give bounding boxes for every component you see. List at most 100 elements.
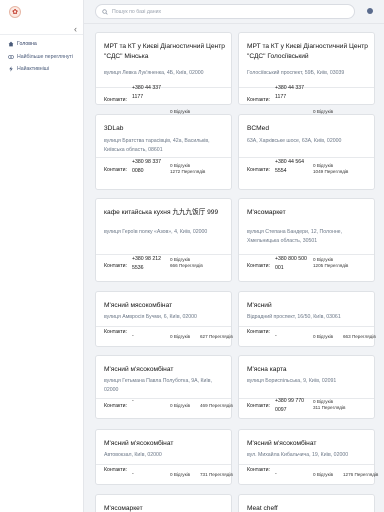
listing-title[interactable]: М'ясний м'ясокомбінат [247, 439, 368, 449]
listing-card[interactable]: М'ясний м'ясокомбінат вулиця Гетьмана Пав… [95, 355, 233, 419]
view-count: 469 Переглядів [200, 403, 233, 408]
listing-card[interactable]: кафе китайська кухня 九九九饭厅 999 вулиця Гер… [95, 198, 232, 282]
review-count: 0 Відгуків [170, 334, 191, 339]
sidebar-item-label: Найбільше переглянуті [17, 53, 73, 60]
listing-phone[interactable]: +380 98 337 0080 [132, 158, 166, 175]
review-count: 0 Відгуків [313, 334, 334, 339]
listing-address: вулиця Степана Бандери, 12, Полонне, Хме… [247, 229, 343, 244]
listing-phone[interactable]: +380 44 337 1177 [275, 84, 309, 101]
listing-card[interactable]: М'ясна карта вулиця Бориспільська, 9, Киї… [238, 355, 375, 419]
listing-address: вул. Михайла Кибальчича, 19, Київ, 02000 [247, 452, 349, 458]
listing-phone[interactable]: - [132, 397, 166, 406]
view-count: 1205 Переглядів [313, 263, 349, 268]
listing-phone[interactable]: - [132, 470, 166, 479]
logo-icon[interactable]: ✿ [9, 6, 21, 18]
home-icon [8, 41, 14, 47]
listing-phone[interactable]: - [275, 470, 309, 479]
search-icon [102, 8, 108, 15]
listing-card[interactable]: М'ясний Відрадний проспект, 16/50, Київ, … [238, 291, 376, 347]
contacts-label: Контакти: [104, 167, 128, 173]
sidebar: ✿ ‹ Головна Найбільше переглянуті Найакт… [0, 0, 84, 512]
review-count: 0 Відгуків [170, 472, 191, 477]
contacts-label: Контакти: [104, 403, 128, 409]
listing-title[interactable]: кафе китайська кухня 九九九饭厅 999 [104, 208, 225, 218]
chevron-left-icon[interactable]: ‹ [74, 24, 77, 34]
sidebar-item-most-active[interactable]: Найактивніші [0, 63, 83, 76]
listing-title[interactable]: М'ясомаркет [247, 208, 368, 218]
listing-card[interactable]: МРТ та КТ у Києві Діагностичний Центр "С… [238, 32, 375, 120]
card-divider [96, 464, 231, 465]
listing-phone[interactable]: +380 44 337 1177 [132, 84, 166, 101]
top-bar [84, 0, 384, 24]
view-count: 1272 Переглядів [170, 169, 206, 174]
view-count: 1276 Переглядів [343, 472, 379, 477]
sidebar-item-label: Найактивніші [17, 66, 50, 73]
contacts-label: Контакти: [247, 467, 271, 473]
listing-title[interactable]: М'ясна карта [247, 365, 368, 375]
listing-phone[interactable]: +380 99 770 0097 [275, 397, 309, 414]
card-divider [96, 326, 231, 327]
listing-address: Голосіївський проспект, 59Б, Київ, 03039 [247, 70, 345, 76]
listing-card[interactable]: МРТ та КТ у Києві Діагностичний Центр "С… [95, 32, 232, 120]
listing-title[interactable]: 3DLab [104, 124, 225, 134]
eye-icon [8, 54, 14, 59]
listing-card[interactable]: 3DLab вулиця Братства тарасівців, 42а, Ва… [95, 114, 232, 190]
view-count: 663 Переглядів [343, 334, 376, 339]
listing-phone[interactable]: - [132, 332, 166, 341]
logo-area: ✿ [0, 0, 83, 24]
view-count: 731 Переглядів [200, 472, 233, 477]
contacts-label: Контакти: [247, 167, 271, 173]
listing-address: вулиця Амвросія Бучми, 6, Київ, 02000 [104, 314, 197, 320]
review-count: 0 Відгуків [170, 403, 191, 408]
contacts-label: Контакти: [247, 403, 271, 409]
listing-card[interactable]: М'ясний м'ясокомбінат вул. Михайла Кибаль… [238, 429, 379, 485]
listing-title[interactable]: М'ясний м'ясокомбінат [104, 365, 225, 375]
contacts-label: Контакти: [104, 467, 128, 473]
listing-title[interactable]: МРТ та КТ у Києві Діагностичний Центр "С… [247, 42, 368, 62]
listing-address: Автовокзал, Київ, 02000 [104, 452, 162, 458]
listing-title[interactable]: BCMed [247, 124, 368, 134]
listing-address: 63А, Харківське шосе, 63А, Київ, 02000 [247, 138, 342, 144]
listing-card[interactable]: Meat cheff [238, 494, 375, 512]
contacts-label: Контакти: [247, 97, 271, 103]
sidebar-item-label: Головна [17, 41, 37, 48]
contacts-label: Контакти: [247, 263, 271, 269]
listing-title[interactable]: М'ясний [247, 301, 368, 311]
listing-title[interactable]: М'ясомаркет [104, 504, 225, 512]
sidebar-item-home[interactable]: Головна [0, 38, 83, 51]
search-input[interactable] [112, 8, 332, 15]
listing-address: вулиця Бориспільська, 9, Київ, 02091 [247, 378, 337, 384]
listing-address: вулиця Героїв полку «Азов», 4, Київ, 020… [104, 229, 208, 235]
sidebar-collapse-row: ‹ [0, 24, 83, 35]
contacts-label: Контакти: [247, 329, 271, 335]
review-count: 0 Відгуків [313, 472, 334, 477]
sidebar-item-most-viewed[interactable]: Найбільше переглянуті [0, 51, 83, 64]
listing-address: вулиця Гетьмана Павла Полуботка, 9А, Киї… [104, 378, 212, 393]
contacts-label: Контакти: [104, 263, 128, 269]
listing-card[interactable]: М'ясний м'ясокомбінат Автовокзал, Київ, 0… [95, 429, 233, 485]
theme-toggle-button[interactable] [367, 8, 373, 14]
listing-card[interactable]: BCMed 63А, Харківське шосе, 63А, Київ, 02… [238, 114, 375, 190]
listing-address: Відрадний проспект, 16/50, Київ, 03061 [247, 314, 341, 320]
listing-phone[interactable]: +380 98 212 5536 [132, 255, 166, 272]
listing-address: вулиця Братства тарасівців, 42а, Васильк… [104, 138, 210, 153]
listing-card[interactable]: М'ясний мясокомбінат вулиця Амвросія Бучм… [95, 291, 233, 347]
view-count: 1049 Переглядів [313, 169, 349, 174]
view-count: 627 Переглядів [200, 334, 233, 339]
view-count: 311 Переглядів [313, 405, 346, 410]
listing-phone[interactable]: +380 800 500 001 [275, 255, 309, 272]
contacts-label: Контакти: [104, 329, 128, 335]
listing-phone[interactable]: - [275, 332, 309, 341]
listing-title[interactable]: МРТ та КТ у Києві Діагностичний Центр "С… [104, 42, 225, 62]
card-divider [239, 464, 374, 465]
search-box[interactable] [95, 4, 355, 19]
contacts-label: Контакти: [104, 97, 128, 103]
listing-phone[interactable]: +380 44 564 5554 [275, 158, 309, 175]
listing-card[interactable]: М'ясомаркет вулиця Степана Бандери, 12, П… [238, 198, 375, 282]
listing-card[interactable]: М'ясомаркет [95, 494, 232, 512]
card-divider [239, 326, 374, 327]
bolt-icon [9, 66, 13, 72]
listing-title[interactable]: М'ясний мясокомбінат [104, 301, 225, 311]
listing-title[interactable]: Meat cheff [247, 504, 368, 512]
listing-title[interactable]: М'ясний м'ясокомбінат [104, 439, 225, 449]
